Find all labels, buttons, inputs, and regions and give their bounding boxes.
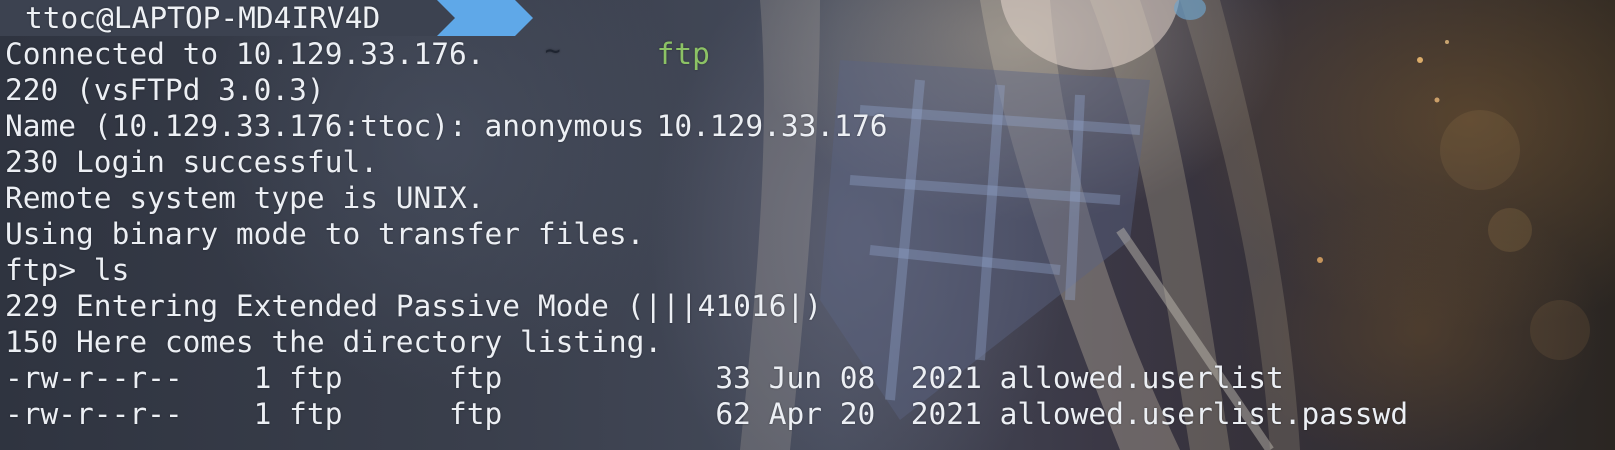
command-arguments: 10.129.33.176 bbox=[656, 109, 888, 143]
output-line-passive-mode: 229 Entering Extended Passive Mode (|||4… bbox=[5, 289, 822, 323]
prompt-separator-arrow bbox=[437, 0, 455, 36]
terminal-window[interactable]: ttoc@LAPTOP-MD4IRV4D ~ ftp 10.129.33.176… bbox=[0, 0, 1615, 450]
prompt-line: ttoc@LAPTOP-MD4IRV4D ~ ftp 10.129.33.176 bbox=[0, 0, 1615, 143]
output-line-ftp-ls: ftp> ls bbox=[5, 253, 130, 287]
output-line-binary-mode: Using binary mode to transfer files. bbox=[5, 217, 645, 251]
prompt-user-host: ttoc@LAPTOP-MD4IRV4D bbox=[0, 0, 437, 36]
prompt-command: ftp 10.129.33.176 bbox=[550, 0, 888, 143]
output-line-login-success: 230 Login successful. bbox=[5, 145, 378, 179]
command-name: ftp bbox=[656, 37, 710, 71]
output-line-server-banner: 220 (vsFTPd 3.0.3) bbox=[5, 73, 325, 107]
output-line-name-prompt: Name (10.129.33.176:ttoc): anonymous bbox=[5, 109, 645, 143]
output-line-directory-listing: 150 Here comes the directory listing. bbox=[5, 325, 663, 359]
listing-row-allowed-userlist-passwd: -rw-r--r-- 1 ftp ftp 62 Apr 20 2021 allo… bbox=[5, 397, 1409, 431]
output-line-system-type: Remote system type is UNIX. bbox=[5, 181, 485, 215]
prompt-directory-arrow bbox=[515, 0, 533, 36]
listing-row-allowed-userlist: -rw-r--r-- 1 ftp ftp 33 Jun 08 2021 allo… bbox=[5, 361, 1284, 395]
output-line-connected: Connected to 10.129.33.176. bbox=[5, 37, 485, 71]
